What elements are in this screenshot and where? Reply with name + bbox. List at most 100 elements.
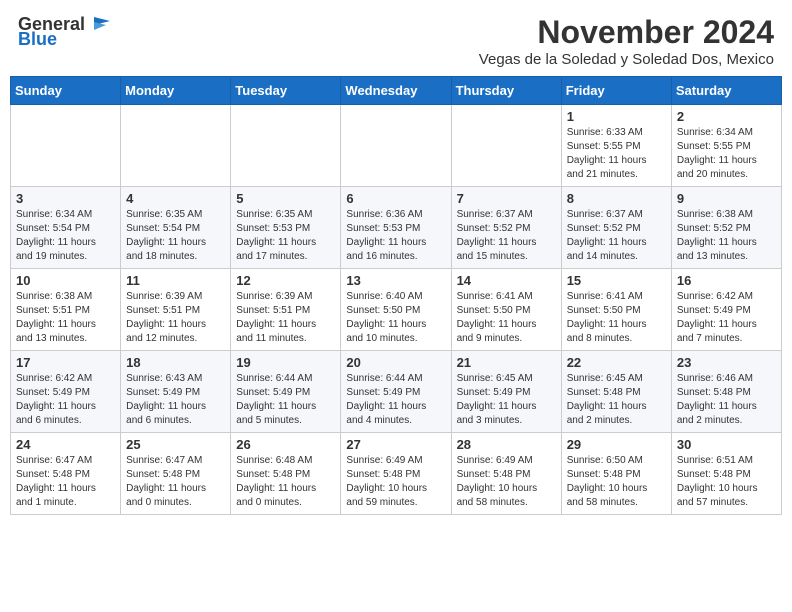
day-number: 3 bbox=[16, 191, 115, 206]
calendar-cell bbox=[11, 105, 121, 187]
calendar-cell: 15 Sunrise: 6:41 AM Sunset: 5:50 PM Dayli… bbox=[561, 269, 671, 351]
day-info: Sunrise: 6:43 AM Sunset: 5:49 PM Dayligh… bbox=[126, 372, 225, 428]
calendar-cell: 14 Sunrise: 6:41 AM Sunset: 5:50 PM Dayli… bbox=[451, 269, 561, 351]
calendar-cell: 1 Sunrise: 6:33 AM Sunset: 5:55 PM Daylig… bbox=[561, 105, 671, 187]
calendar-cell: 7 Sunrise: 6:37 AM Sunset: 5:52 PM Daylig… bbox=[451, 187, 561, 269]
logo: General Blue bbox=[18, 14, 110, 50]
day-number: 2 bbox=[677, 109, 776, 124]
calendar-cell: 3 Sunrise: 6:34 AM Sunset: 5:54 PM Daylig… bbox=[11, 187, 121, 269]
day-number: 12 bbox=[236, 273, 335, 288]
day-info: Sunrise: 6:44 AM Sunset: 5:49 PM Dayligh… bbox=[236, 372, 335, 428]
day-number: 10 bbox=[16, 273, 115, 288]
calendar-header-row: SundayMondayTuesdayWednesdayThursdayFrid… bbox=[11, 77, 782, 105]
calendar-cell: 13 Sunrise: 6:40 AM Sunset: 5:50 PM Dayli… bbox=[341, 269, 451, 351]
calendar-cell bbox=[451, 105, 561, 187]
col-header-friday: Friday bbox=[561, 77, 671, 105]
day-number: 20 bbox=[346, 355, 445, 370]
day-info: Sunrise: 6:41 AM Sunset: 5:50 PM Dayligh… bbox=[567, 290, 666, 346]
calendar-cell: 5Sunrise: 6:35 AM Sunset: 5:53 PM Daylig… bbox=[231, 187, 341, 269]
calendar-cell: 19 Sunrise: 6:44 AM Sunset: 5:49 PM Dayli… bbox=[231, 351, 341, 433]
day-number: 27 bbox=[346, 437, 445, 452]
day-number: 25 bbox=[126, 437, 225, 452]
calendar-cell: 17Sunrise: 6:42 AM Sunset: 5:49 PM Dayli… bbox=[11, 351, 121, 433]
calendar-cell: 8Sunrise: 6:37 AM Sunset: 5:52 PM Daylig… bbox=[561, 187, 671, 269]
col-header-monday: Monday bbox=[121, 77, 231, 105]
location-subtitle: Vegas de la Soledad y Soledad Dos, Mexic… bbox=[479, 51, 774, 68]
day-info: Sunrise: 6:33 AM Sunset: 5:55 PM Dayligh… bbox=[567, 126, 666, 182]
day-number: 9 bbox=[677, 191, 776, 206]
calendar-cell: 30Sunrise: 6:51 AM Sunset: 5:48 PM Dayli… bbox=[671, 433, 781, 515]
day-number: 15 bbox=[567, 273, 666, 288]
day-number: 18 bbox=[126, 355, 225, 370]
day-info: Sunrise: 6:47 AM Sunset: 5:48 PM Dayligh… bbox=[126, 454, 225, 510]
col-header-tuesday: Tuesday bbox=[231, 77, 341, 105]
calendar-cell: 20 Sunrise: 6:44 AM Sunset: 5:49 PM Dayli… bbox=[341, 351, 451, 433]
calendar-week-5: 24 Sunrise: 6:47 AM Sunset: 5:48 PM Dayli… bbox=[11, 433, 782, 515]
calendar-cell: 28Sunrise: 6:49 AM Sunset: 5:48 PM Dayli… bbox=[451, 433, 561, 515]
calendar-cell: 27 Sunrise: 6:49 AM Sunset: 5:48 PM Dayli… bbox=[341, 433, 451, 515]
day-number: 1 bbox=[567, 109, 666, 124]
logo-blue-text: Blue bbox=[18, 29, 57, 50]
day-info: Sunrise: 6:34 AM Sunset: 5:54 PM Dayligh… bbox=[16, 208, 115, 264]
day-number: 14 bbox=[457, 273, 556, 288]
calendar-week-4: 17Sunrise: 6:42 AM Sunset: 5:49 PM Dayli… bbox=[11, 351, 782, 433]
day-info: Sunrise: 6:35 AM Sunset: 5:54 PM Dayligh… bbox=[126, 208, 225, 264]
calendar-cell bbox=[121, 105, 231, 187]
day-number: 24 bbox=[16, 437, 115, 452]
title-block: November 2024 Vegas de la Soledad y Sole… bbox=[479, 14, 774, 68]
calendar-cell bbox=[341, 105, 451, 187]
calendar-cell: 10 Sunrise: 6:38 AM Sunset: 5:51 PM Dayli… bbox=[11, 269, 121, 351]
day-info: Sunrise: 6:49 AM Sunset: 5:48 PM Dayligh… bbox=[346, 454, 445, 510]
calendar-cell: 16Sunrise: 6:42 AM Sunset: 5:49 PM Dayli… bbox=[671, 269, 781, 351]
day-info: Sunrise: 6:41 AM Sunset: 5:50 PM Dayligh… bbox=[457, 290, 556, 346]
day-info: Sunrise: 6:34 AM Sunset: 5:55 PM Dayligh… bbox=[677, 126, 776, 182]
day-number: 11 bbox=[126, 273, 225, 288]
day-number: 28 bbox=[457, 437, 556, 452]
day-number: 13 bbox=[346, 273, 445, 288]
day-info: Sunrise: 6:45 AM Sunset: 5:49 PM Dayligh… bbox=[457, 372, 556, 428]
day-info: Sunrise: 6:40 AM Sunset: 5:50 PM Dayligh… bbox=[346, 290, 445, 346]
calendar-week-1: 1 Sunrise: 6:33 AM Sunset: 5:55 PM Daylig… bbox=[11, 105, 782, 187]
calendar-cell: 25 Sunrise: 6:47 AM Sunset: 5:48 PM Dayli… bbox=[121, 433, 231, 515]
day-info: Sunrise: 6:38 AM Sunset: 5:51 PM Dayligh… bbox=[16, 290, 115, 346]
calendar-cell: 29 Sunrise: 6:50 AM Sunset: 5:48 PM Dayli… bbox=[561, 433, 671, 515]
day-number: 19 bbox=[236, 355, 335, 370]
calendar-cell: 18 Sunrise: 6:43 AM Sunset: 5:49 PM Dayli… bbox=[121, 351, 231, 433]
day-info: Sunrise: 6:51 AM Sunset: 5:48 PM Dayligh… bbox=[677, 454, 776, 510]
day-info: Sunrise: 6:42 AM Sunset: 5:49 PM Dayligh… bbox=[16, 372, 115, 428]
calendar-cell: 4 Sunrise: 6:35 AM Sunset: 5:54 PM Daylig… bbox=[121, 187, 231, 269]
logo-icon bbox=[88, 17, 110, 33]
col-header-sunday: Sunday bbox=[11, 77, 121, 105]
day-number: 6 bbox=[346, 191, 445, 206]
calendar-week-3: 10 Sunrise: 6:38 AM Sunset: 5:51 PM Dayli… bbox=[11, 269, 782, 351]
calendar-cell: 12Sunrise: 6:39 AM Sunset: 5:51 PM Dayli… bbox=[231, 269, 341, 351]
day-number: 22 bbox=[567, 355, 666, 370]
day-info: Sunrise: 6:45 AM Sunset: 5:48 PM Dayligh… bbox=[567, 372, 666, 428]
day-number: 7 bbox=[457, 191, 556, 206]
day-info: Sunrise: 6:44 AM Sunset: 5:49 PM Dayligh… bbox=[346, 372, 445, 428]
calendar-week-2: 3 Sunrise: 6:34 AM Sunset: 5:54 PM Daylig… bbox=[11, 187, 782, 269]
col-header-wednesday: Wednesday bbox=[341, 77, 451, 105]
day-number: 4 bbox=[126, 191, 225, 206]
calendar-cell: 24 Sunrise: 6:47 AM Sunset: 5:48 PM Dayli… bbox=[11, 433, 121, 515]
day-number: 29 bbox=[567, 437, 666, 452]
calendar-cell: 22 Sunrise: 6:45 AM Sunset: 5:48 PM Dayli… bbox=[561, 351, 671, 433]
calendar-cell: 21 Sunrise: 6:45 AM Sunset: 5:49 PM Dayli… bbox=[451, 351, 561, 433]
day-info: Sunrise: 6:39 AM Sunset: 5:51 PM Dayligh… bbox=[126, 290, 225, 346]
page-header: General Blue November 2024 Vegas de la S… bbox=[10, 10, 782, 72]
day-info: Sunrise: 6:47 AM Sunset: 5:48 PM Dayligh… bbox=[16, 454, 115, 510]
calendar-cell: 26 Sunrise: 6:48 AM Sunset: 5:48 PM Dayli… bbox=[231, 433, 341, 515]
calendar-cell: 9Sunrise: 6:38 AM Sunset: 5:52 PM Daylig… bbox=[671, 187, 781, 269]
calendar-cell: 23Sunrise: 6:46 AM Sunset: 5:48 PM Dayli… bbox=[671, 351, 781, 433]
day-info: Sunrise: 6:37 AM Sunset: 5:52 PM Dayligh… bbox=[457, 208, 556, 264]
day-info: Sunrise: 6:48 AM Sunset: 5:48 PM Dayligh… bbox=[236, 454, 335, 510]
month-title: November 2024 bbox=[479, 14, 774, 51]
day-info: Sunrise: 6:35 AM Sunset: 5:53 PM Dayligh… bbox=[236, 208, 335, 264]
day-number: 26 bbox=[236, 437, 335, 452]
day-info: Sunrise: 6:46 AM Sunset: 5:48 PM Dayligh… bbox=[677, 372, 776, 428]
day-info: Sunrise: 6:42 AM Sunset: 5:49 PM Dayligh… bbox=[677, 290, 776, 346]
day-info: Sunrise: 6:50 AM Sunset: 5:48 PM Dayligh… bbox=[567, 454, 666, 510]
calendar-cell bbox=[231, 105, 341, 187]
day-number: 21 bbox=[457, 355, 556, 370]
day-number: 8 bbox=[567, 191, 666, 206]
